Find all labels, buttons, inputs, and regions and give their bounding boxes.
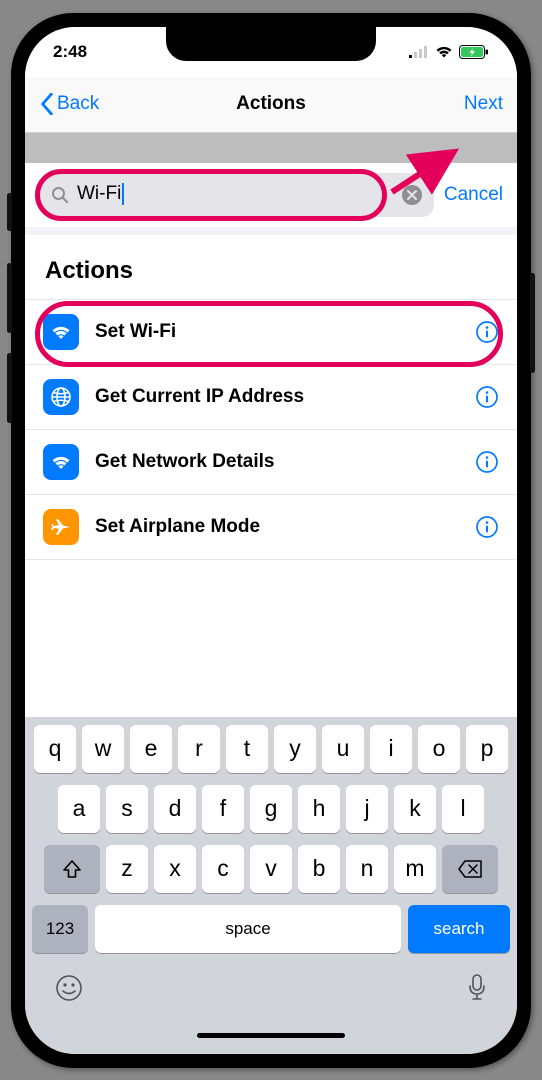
key-b[interactable]: b — [298, 845, 340, 893]
action-row-airplane-mode[interactable]: Set Airplane Mode — [25, 494, 517, 560]
volume-down-button — [7, 353, 12, 423]
phone-frame: 2:48 — [11, 13, 531, 1068]
keyboard-row-4: 123 space search — [30, 905, 512, 953]
key-k[interactable]: k — [394, 785, 436, 833]
chevron-left-icon — [39, 93, 55, 115]
key-l[interactable]: l — [442, 785, 484, 833]
numbers-key[interactable]: 123 — [32, 905, 88, 953]
wifi-icon — [43, 314, 79, 350]
key-n[interactable]: n — [346, 845, 388, 893]
key-d[interactable]: d — [154, 785, 196, 833]
keyboard-row-2: a s d f g h j k l — [30, 785, 512, 833]
key-s[interactable]: s — [106, 785, 148, 833]
action-row-network-details[interactable]: Get Network Details — [25, 429, 517, 494]
back-button[interactable]: Back — [39, 93, 99, 115]
key-x[interactable]: x — [154, 845, 196, 893]
key-t[interactable]: t — [226, 725, 268, 773]
section-header: Actions — [25, 235, 517, 299]
notch — [166, 27, 376, 61]
info-button[interactable] — [475, 450, 499, 474]
key-w[interactable]: w — [82, 725, 124, 773]
shift-key[interactable] — [44, 845, 100, 893]
key-v[interactable]: v — [250, 845, 292, 893]
key-q[interactable]: q — [34, 725, 76, 773]
volume-up-button — [7, 263, 12, 333]
key-a[interactable]: a — [58, 785, 100, 833]
nav-bar: Back Actions Next — [25, 77, 517, 133]
back-label: Back — [57, 93, 99, 115]
key-e[interactable]: e — [130, 725, 172, 773]
annotation-arrow — [387, 147, 467, 195]
action-row-get-ip[interactable]: Get Current IP Address — [25, 364, 517, 429]
key-y[interactable]: y — [274, 725, 316, 773]
key-j[interactable]: j — [346, 785, 388, 833]
backspace-icon — [457, 859, 483, 879]
search-key[interactable]: search — [408, 905, 510, 953]
action-label: Set Wi-Fi — [95, 321, 459, 343]
info-button[interactable] — [475, 385, 499, 409]
action-list: Set Wi-Fi Get Current IP Address Get Net… — [25, 299, 517, 717]
cellular-icon — [409, 46, 429, 58]
keyboard-row-1: q w e r t y u i o p — [30, 725, 512, 773]
key-p[interactable]: p — [466, 725, 508, 773]
airplane-icon — [43, 509, 79, 545]
power-button — [530, 273, 535, 373]
action-row-set-wifi[interactable]: Set Wi-Fi — [25, 299, 517, 364]
action-label: Get Current IP Address — [95, 386, 459, 408]
action-label: Set Airplane Mode — [95, 516, 459, 538]
globe-icon — [43, 379, 79, 415]
key-i[interactable]: i — [370, 725, 412, 773]
space-key[interactable]: space — [95, 905, 401, 953]
key-o[interactable]: o — [418, 725, 460, 773]
keyboard: q w e r t y u i o p a s d f g h j k l — [25, 717, 517, 1054]
key-g[interactable]: g — [250, 785, 292, 833]
dictation-key[interactable] — [466, 973, 488, 1003]
key-r[interactable]: r — [178, 725, 220, 773]
mute-switch — [7, 193, 12, 231]
screen: 2:48 — [25, 27, 517, 1054]
status-time: 2:48 — [53, 42, 87, 62]
emoji-key[interactable] — [54, 973, 84, 1003]
next-button[interactable]: Next — [464, 93, 503, 115]
wifi-icon — [43, 444, 79, 480]
battery-icon — [459, 45, 489, 59]
search-icon — [51, 186, 69, 204]
key-c[interactable]: c — [202, 845, 244, 893]
key-u[interactable]: u — [322, 725, 364, 773]
info-button[interactable] — [475, 320, 499, 344]
search-input[interactable]: Wi-Fi — [39, 173, 434, 217]
info-button[interactable] — [475, 515, 499, 539]
key-h[interactable]: h — [298, 785, 340, 833]
search-value: Wi-Fi — [77, 183, 394, 205]
key-z[interactable]: z — [106, 845, 148, 893]
key-f[interactable]: f — [202, 785, 244, 833]
action-label: Get Network Details — [95, 451, 459, 473]
status-icons — [409, 45, 489, 59]
keyboard-row-3: z x c v b n m — [30, 845, 512, 893]
wifi-icon — [435, 45, 453, 58]
home-indicator[interactable] — [197, 1033, 345, 1038]
shift-icon — [61, 858, 83, 880]
backspace-key[interactable] — [442, 845, 498, 893]
key-m[interactable]: m — [394, 845, 436, 893]
